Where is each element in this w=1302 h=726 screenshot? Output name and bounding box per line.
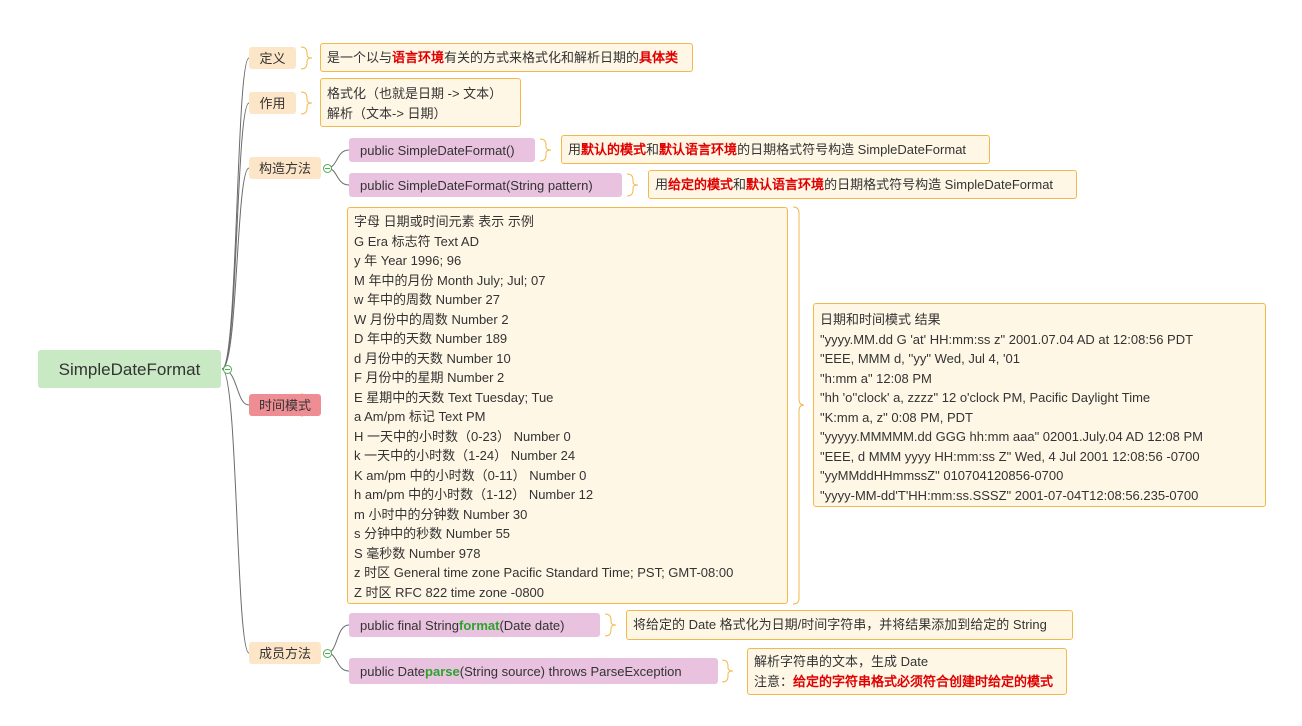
branch-members-label: 成员方法 — [258, 645, 311, 661]
root-collapse-icon[interactable] — [223, 365, 232, 374]
method-format-description: 将给定的 Date 格式化为日期/时间字符串，并将结果添加到给定的 String — [633, 617, 1047, 632]
method-parse-warning-text: 给定的字符串格式必须符合创建时给定的模式 — [793, 673, 1054, 689]
ctor1-text-2: 和 — [646, 142, 660, 157]
connector-patterns — [221, 368, 250, 406]
method-format-note[interactable]: 将给定的 Date 格式化为日期/时间字符串，并将结果添加到给定的 String — [626, 610, 1073, 640]
constructor-pattern-note[interactable]: 用给定的模式和默认语言环境的日期格式符号构造 SimpleDateFormat — [648, 170, 1077, 199]
root-node[interactable]: SimpleDateFormat — [38, 350, 221, 388]
pattern-letter-row: M 年中的月份 Month July; Jul; 07 — [354, 272, 546, 288]
bracket-member-2 — [721, 659, 734, 683]
pattern-letter-row: F 月份中的星期 Number 2 — [354, 370, 505, 385]
pattern-letter-row: m 小时中的分钟数 Number 30 — [354, 506, 528, 522]
definition-note[interactable]: 是一个以与语言环境有关的方式来格式化和解析日期的具体类 — [320, 43, 693, 72]
method-parse-prefix: public Date — [360, 663, 426, 679]
root-label: SimpleDateFormat — [58, 359, 201, 379]
usage-line-format: 格式化（也就是日期 -> 文本） — [327, 86, 503, 101]
branch-members[interactable]: 成员方法 — [249, 642, 321, 664]
ctor1-emphasis-default-pattern: 默认的模式 — [581, 142, 647, 157]
pattern-example-row: "K:mm a, z" 0:08 PM, PDT — [820, 409, 973, 425]
method-parse-params: (String source) throws ParseException — [459, 663, 682, 679]
connector-members — [221, 368, 250, 654]
ctor2-emphasis-given-pattern: 给定的模式 — [668, 177, 734, 192]
pattern-letter-row: d 月份中的天数 Number 10 — [354, 350, 511, 366]
pattern-letter-row: k 一天中的小时数（1-24） Number 24 — [354, 448, 576, 463]
bracket-usage — [300, 91, 313, 115]
pattern-example-row: "h:mm a" 12:08 PM — [820, 370, 932, 386]
pattern-letter-row: a Am/pm 标记 Text PM — [354, 409, 486, 424]
root-connectors — [221, 57, 350, 672]
pattern-example-row: "yyyy.MM.dd G 'at' HH:mm:ss z" 2001.07.0… — [820, 331, 1194, 347]
bracket-ctor-1 — [539, 138, 552, 162]
definition-text-2: 有关的方式来格式化和解析日期的 — [444, 50, 640, 65]
constructor-pattern-signature: public SimpleDateFormat(String pattern) — [360, 177, 593, 193]
branch-patterns-label: 时间模式 — [258, 397, 311, 413]
constructor-default-signature: public SimpleDateFormat() — [360, 142, 515, 158]
pattern-examples-note[interactable]: 日期和时间模式 结果 "yyyy.MM.dd G 'at' HH:mm:ss z… — [813, 303, 1266, 507]
branch-constructors-label: 构造方法 — [258, 160, 311, 176]
constructor-pattern[interactable]: public SimpleDateFormat(String pattern) — [349, 173, 622, 197]
pattern-letter-row: W 月份中的周数 Number 2 — [354, 311, 509, 327]
bracket-ctor-2 — [626, 173, 639, 197]
usage-note[interactable]: 格式化（也就是日期 -> 文本） 解析（文本-> 日期） — [320, 78, 521, 127]
method-parse-name: parse — [425, 663, 460, 679]
pattern-example-row: "yyMMddHHmmssZ" 010704120856-0700 — [820, 468, 1064, 483]
pattern-letter-row: H 一天中的小时数（0-23） Number 0 — [354, 428, 571, 444]
usage-line-parse: 解析（文本-> 日期） — [327, 105, 447, 121]
pattern-letter-row: y 年 Year 1996; 96 — [354, 253, 462, 268]
pattern-example-row: "EEE, MMM d, ''yy" Wed, Jul 4, '01 — [820, 351, 1020, 366]
pattern-letter-row: s 分钟中的秒数 Number 55 — [354, 526, 511, 541]
ctor2-text-3: 的日期格式符号构造 SimpleDateFormat — [824, 177, 1054, 192]
connector-constructors — [221, 167, 250, 370]
pattern-examples-header: 日期和时间模式 结果 — [820, 312, 941, 327]
pattern-example-row: "yyyy-MM-dd'T'HH:mm:ss.SSSZ" 2001-07-04T… — [820, 487, 1199, 503]
pattern-letter-row: h am/pm 中的小时数（1-12） Number 12 — [354, 487, 594, 502]
pattern-letter-row: S 毫秒数 Number 978 — [354, 545, 481, 561]
method-parse-warning-label: 注意： — [754, 673, 794, 689]
connector-definition — [221, 57, 250, 370]
bracket-member-1 — [604, 613, 617, 637]
method-parse-note[interactable]: 解析字符串的文本，生成 Date 注意：给定的字符串格式必须符合创建时给定的模式 — [747, 648, 1067, 695]
members-collapse-icon[interactable] — [323, 649, 332, 658]
definition-emphasis-class: 具体类 — [639, 50, 679, 65]
pattern-letter-row: w 年中的周数 Number 27 — [354, 292, 500, 307]
method-parse-description: 解析字符串的文本，生成 Date — [754, 654, 929, 669]
pattern-letter-row: Z 时区 RFC 822 time zone -0800 — [354, 584, 545, 600]
pattern-example-row: "EEE, d MMM yyyy HH:mm:ss Z" Wed, 4 Jul … — [820, 448, 1200, 464]
pattern-letter-row: G Era 标志符 Text AD — [354, 233, 479, 249]
method-format-name: format — [459, 617, 500, 633]
ctor2-text-2: 和 — [733, 177, 747, 192]
pattern-letter-row: K am/pm 中的小时数（0-11） Number 0 — [354, 467, 587, 483]
method-parse-warning: 注意：给定的字符串格式必须符合创建时给定的模式 — [754, 672, 1060, 692]
branch-usage[interactable]: 作用 — [249, 92, 296, 114]
method-parse[interactable]: public Date parse (String source) throws … — [349, 658, 718, 684]
definition-text-1: 是一个以与 — [327, 50, 393, 65]
pattern-example-row: "hh 'o''clock' a, zzzz" 12 o'clock PM, P… — [820, 390, 1151, 405]
pattern-letters-note[interactable]: 字母 日期或时间元素 表示 示例 G Era 标志符 Text AD y 年 Y… — [347, 207, 788, 604]
connector-member-1 — [326, 624, 350, 654]
method-format-params: (Date date) — [499, 617, 565, 633]
constructor-default-note[interactable]: 用默认的模式和默认语言环境的日期格式符号构造 SimpleDateFormat — [561, 135, 990, 164]
pattern-letter-row: D 年中的天数 Number 189 — [354, 331, 508, 346]
ctor2-emphasis-default-locale: 默认语言环境 — [746, 177, 825, 192]
ctor1-emphasis-default-locale: 默认语言环境 — [659, 142, 738, 157]
pattern-example-row: "yyyyy.MMMMM.dd GGG hh:mm aaa" 02001.Jul… — [820, 429, 1203, 444]
branch-patterns[interactable]: 时间模式 — [249, 394, 321, 416]
method-format[interactable]: public final String format (Date date) — [349, 613, 600, 637]
constructor-default[interactable]: public SimpleDateFormat() — [349, 138, 535, 162]
pattern-letter-row: E 星期中的天数 Text Tuesday; Tue — [354, 389, 554, 405]
branch-definition-label: 定义 — [259, 50, 286, 66]
bracket-letters — [792, 206, 805, 605]
constructors-collapse-icon[interactable] — [323, 164, 332, 173]
ctor1-text-3: 的日期格式符号构造 SimpleDateFormat — [737, 142, 967, 157]
ctor1-text-1: 用 — [568, 142, 582, 157]
method-format-prefix: public final String — [360, 617, 459, 633]
pattern-letter-row: z 时区 General time zone Pacific Standard … — [354, 565, 734, 580]
branch-usage-label: 作用 — [259, 95, 286, 111]
pattern-letters-header: 字母 日期或时间元素 表示 示例 — [354, 214, 534, 229]
branch-constructors[interactable]: 构造方法 — [249, 157, 321, 179]
ctor2-text-1: 用 — [655, 177, 669, 192]
branch-definition[interactable]: 定义 — [249, 47, 296, 69]
bracket-definition — [300, 46, 313, 70]
definition-emphasis-locale: 语言环境 — [392, 50, 445, 65]
